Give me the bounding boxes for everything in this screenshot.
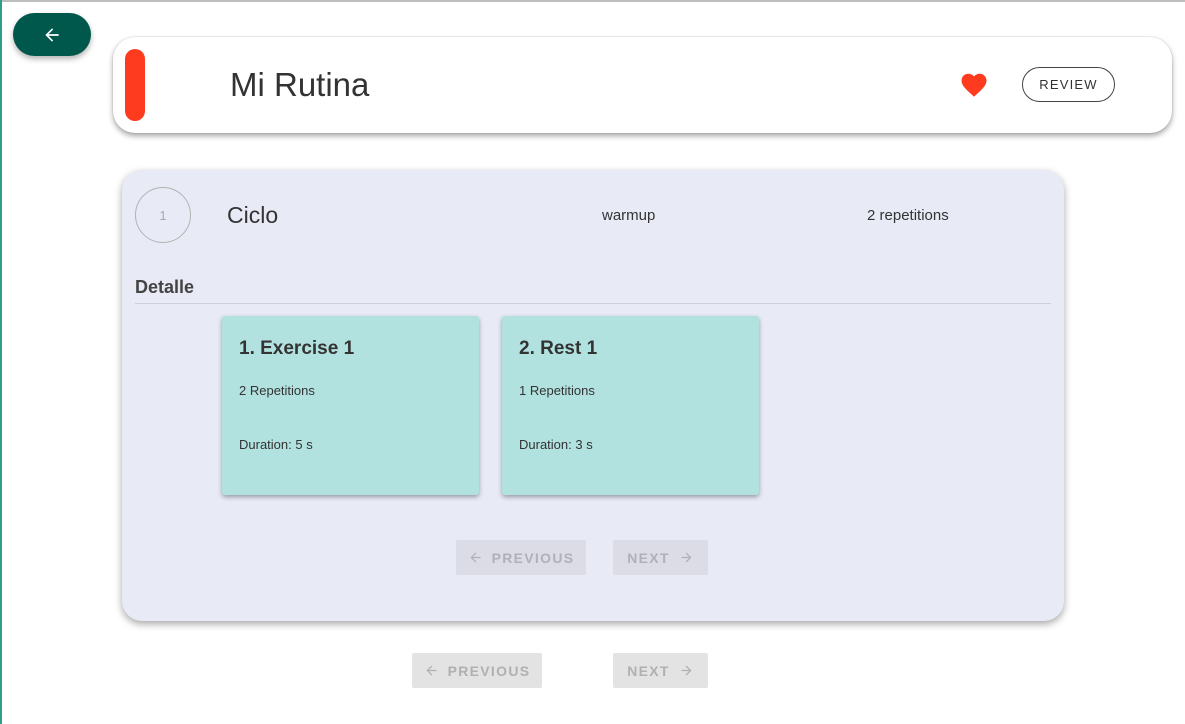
left-edge-line	[0, 0, 2, 724]
exercise-next-button[interactable]: NEXT	[613, 540, 708, 575]
next-label: NEXT	[627, 549, 670, 566]
top-divider	[0, 0, 1185, 2]
arrow-left-icon	[45, 27, 59, 42]
exercise-previous-button[interactable]: PREVIOUS	[456, 540, 586, 575]
exercise-card[interactable]: 2. Rest 1 1 Repetitions Duration: 3 s	[502, 316, 759, 495]
cycle-previous-button[interactable]: PREVIOUS	[412, 653, 542, 688]
exercise-card[interactable]: 1. Exercise 1 2 Repetitions Duration: 5 …	[222, 316, 479, 495]
arrow-right-icon	[681, 665, 692, 676]
previous-label: PREVIOUS	[447, 662, 531, 679]
exercise-repetitions: 1 Repetitions	[519, 383, 595, 398]
previous-label: PREVIOUS	[491, 549, 575, 566]
cycle-name: Ciclo	[227, 202, 279, 228]
heart-icon[interactable]	[959, 70, 989, 100]
arrow-left-icon	[426, 665, 437, 676]
next-label: NEXT	[627, 662, 670, 679]
detail-divider	[135, 303, 1051, 304]
cycle-next-button[interactable]: NEXT	[613, 653, 708, 688]
cycle-card: 1 Ciclo warmup 2 repetitions Detalle 1. …	[122, 170, 1064, 621]
cycle-repetitions: 2 repetitions	[867, 207, 949, 224]
routine-header-card: Mi Rutina REVIEW	[113, 37, 1172, 133]
review-button[interactable]: REVIEW	[1022, 67, 1115, 102]
cycle-type: warmup	[602, 207, 656, 224]
arrow-left-icon	[470, 552, 481, 563]
exercise-title: 2. Rest 1	[519, 338, 598, 359]
back-button[interactable]	[13, 13, 91, 56]
exercise-duration: Duration: 5 s	[239, 437, 313, 452]
arrow-right-icon	[681, 552, 692, 563]
exercise-title: 1. Exercise 1	[239, 338, 355, 359]
cycle-number-badge: 1	[135, 187, 191, 243]
exercise-duration: Duration: 3 s	[519, 437, 593, 452]
exercise-repetitions: 2 Repetitions	[239, 383, 315, 398]
detail-heading: Detalle	[135, 277, 195, 297]
routine-title: Mi Rutina	[230, 66, 370, 103]
routine-color-bar	[125, 49, 145, 121]
